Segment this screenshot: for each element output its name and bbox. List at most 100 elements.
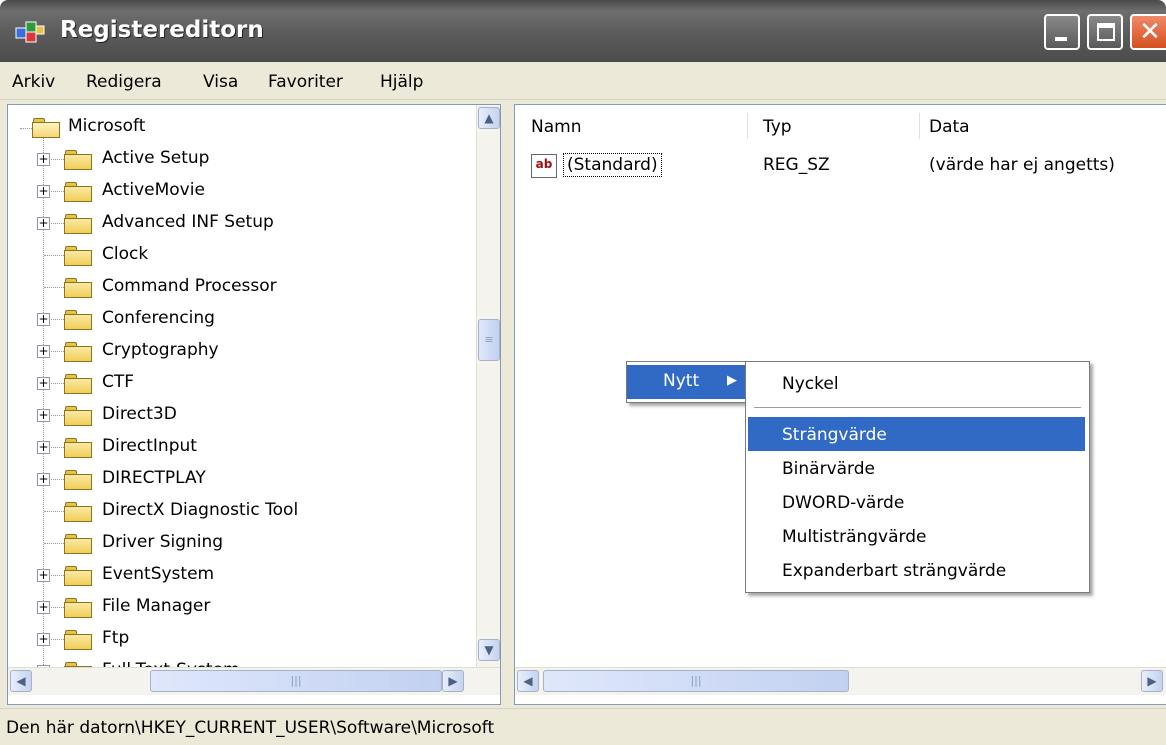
tree-item-label: Clock bbox=[102, 244, 149, 264]
list-item[interactable]: ab (Standard) REG_SZ (värde har ej anget… bbox=[515, 149, 1166, 181]
tree-item-label: DirectInput bbox=[102, 436, 197, 456]
menu-hjalp[interactable]: Hjälp bbox=[380, 72, 423, 92]
expand-icon[interactable]: + bbox=[37, 153, 50, 166]
minimize-icon bbox=[1055, 37, 1067, 41]
tree-horizontal-scrollbar[interactable]: ◀ ||| ▶ bbox=[8, 667, 500, 695]
tree-connector bbox=[44, 511, 64, 512]
grip-icon: ||| bbox=[290, 674, 302, 687]
folder-icon bbox=[64, 374, 94, 394]
maximize-icon bbox=[1097, 23, 1115, 41]
expand-icon[interactable]: + bbox=[37, 377, 50, 390]
expand-icon[interactable]: + bbox=[37, 185, 50, 198]
new-submenu: Nyckel Strängvärde Binärvärde DWORD-värde M… bbox=[745, 361, 1090, 593]
menu-redigera[interactable]: Redigera bbox=[86, 72, 162, 92]
status-path: Den här datorn\HKEY_CURRENT_USER\Softwar… bbox=[6, 718, 495, 738]
expand-icon[interactable]: + bbox=[37, 569, 50, 582]
tree-item[interactable]: + EventSystem bbox=[8, 559, 468, 591]
scroll-left-button[interactable]: ◀ bbox=[517, 670, 539, 692]
tree-item-label: Driver Signing bbox=[102, 532, 224, 552]
column-header-typ[interactable]: Typ bbox=[763, 117, 792, 137]
submenu-item[interactable]: Strängvärde bbox=[748, 417, 1085, 451]
maximize-button[interactable] bbox=[1087, 14, 1123, 50]
tree-item-label: File Manager bbox=[102, 596, 211, 616]
scroll-thumb[interactable]: ||| bbox=[543, 670, 849, 692]
tree-item[interactable]: + Cryptography bbox=[8, 335, 468, 367]
arrow-down-icon: ▼ bbox=[484, 643, 494, 657]
scroll-thumb[interactable]: ||| bbox=[150, 670, 442, 692]
tree-item[interactable]: Clock bbox=[8, 239, 468, 271]
scroll-down-button[interactable]: ▼ bbox=[478, 639, 500, 661]
scroll-right-button[interactable]: ▶ bbox=[442, 670, 464, 692]
close-icon: ✕ bbox=[1139, 17, 1161, 47]
tree-item-label: DIRECTPLAY bbox=[102, 468, 206, 488]
tree-item-label: Cryptography bbox=[102, 340, 219, 360]
expand-icon[interactable]: + bbox=[37, 313, 50, 326]
scroll-left-button[interactable]: ◀ bbox=[10, 670, 32, 692]
tree-item[interactable]: + Active Setup bbox=[8, 143, 468, 175]
tree-item-label: Advanced INF Setup bbox=[102, 212, 274, 232]
folder-icon bbox=[64, 566, 94, 586]
folder-icon bbox=[64, 630, 94, 650]
folder-icon bbox=[64, 534, 94, 554]
tree-item[interactable]: + Ftp bbox=[8, 623, 468, 655]
list-horizontal-scrollbar[interactable]: ◀ ||| ▶ bbox=[515, 667, 1166, 695]
menu-favoriter[interactable]: Favoriter bbox=[268, 72, 343, 92]
menu-item-nyckel[interactable]: Nyckel bbox=[746, 366, 1089, 400]
tree-connector bbox=[44, 255, 64, 256]
close-button[interactable]: ✕ bbox=[1130, 14, 1166, 50]
tree-item[interactable]: + Advanced INF Setup bbox=[8, 207, 468, 239]
folder-icon bbox=[64, 470, 94, 490]
expand-icon[interactable]: + bbox=[37, 441, 50, 454]
column-divider[interactable] bbox=[919, 113, 920, 139]
tree-item[interactable]: + Conferencing bbox=[8, 303, 468, 335]
menu-arkiv[interactable]: Arkiv bbox=[12, 72, 55, 92]
tree-item[interactable]: + DIRECTPLAY bbox=[8, 463, 468, 495]
expand-icon[interactable]: + bbox=[37, 473, 50, 486]
submenu-arrow-icon: ▶ bbox=[727, 373, 737, 388]
tree-item[interactable]: DirectX Diagnostic Tool bbox=[8, 495, 468, 527]
scroll-up-button[interactable]: ▲ bbox=[478, 107, 500, 129]
expand-icon[interactable]: + bbox=[37, 601, 50, 614]
expand-icon[interactable]: + bbox=[37, 409, 50, 422]
tree-item-label: Microsoft bbox=[68, 116, 146, 136]
submenu-item[interactable]: Binärvärde bbox=[748, 451, 1085, 485]
folder-icon bbox=[64, 310, 94, 330]
menu-visa[interactable]: Visa bbox=[203, 72, 238, 92]
expand-icon[interactable]: + bbox=[37, 217, 50, 230]
column-header-data[interactable]: Data bbox=[929, 117, 970, 137]
tree-item[interactable]: Driver Signing bbox=[8, 527, 468, 559]
window-title: Registereditorn bbox=[60, 17, 264, 43]
scroll-right-button[interactable]: ▶ bbox=[1141, 670, 1163, 692]
scroll-thumb[interactable]: ≡ bbox=[478, 319, 500, 361]
minimize-button[interactable] bbox=[1044, 14, 1080, 50]
tree-item-root[interactable]: Microsoft bbox=[8, 111, 468, 143]
key-tree-pane[interactable]: Microsoft + Active Setup + ActiveMovie + Adva… bbox=[7, 104, 501, 705]
tree-item[interactable]: + File Manager bbox=[8, 591, 468, 623]
tree-item[interactable]: + ActiveMovie bbox=[8, 175, 468, 207]
expand-icon[interactable]: + bbox=[37, 345, 50, 358]
string-value-icon: ab bbox=[531, 154, 557, 178]
folder-icon bbox=[64, 214, 94, 234]
arrow-right-icon: ▶ bbox=[1147, 674, 1157, 688]
value-data: (värde har ej angetts) bbox=[929, 155, 1115, 175]
tree-item[interactable]: + Direct3D bbox=[8, 399, 468, 431]
submenu-item[interactable]: DWORD-värde bbox=[748, 485, 1085, 519]
menu-item-nytt[interactable]: Nytt ▶ bbox=[627, 365, 751, 399]
menu-bar: Arkiv Redigera Visa Favoriter Hjälp bbox=[0, 62, 1166, 100]
tree-item[interactable]: + CTF bbox=[8, 367, 468, 399]
tree-item[interactable]: Command Processor bbox=[8, 271, 468, 303]
tree-vertical-scrollbar[interactable]: ▲ ≡ ▼ bbox=[476, 105, 500, 667]
folder-icon bbox=[64, 278, 94, 298]
submenu-item[interactable]: Multisträngvärde bbox=[748, 519, 1085, 553]
folder-icon bbox=[64, 150, 94, 170]
submenu-item[interactable]: Expanderbart strängvärde bbox=[748, 553, 1085, 587]
tree-item[interactable]: + DirectInput bbox=[8, 431, 468, 463]
context-menu: Nytt ▶ bbox=[626, 361, 752, 403]
column-header-namn[interactable]: Namn bbox=[531, 117, 581, 137]
menu-separator bbox=[754, 407, 1081, 408]
title-bar[interactable]: Registereditorn ✕ bbox=[0, 0, 1166, 62]
expand-icon[interactable]: + bbox=[37, 633, 50, 646]
tree-item-label: CTF bbox=[102, 372, 135, 392]
column-divider[interactable] bbox=[747, 113, 748, 139]
grip-icon: ≡ bbox=[484, 333, 494, 346]
